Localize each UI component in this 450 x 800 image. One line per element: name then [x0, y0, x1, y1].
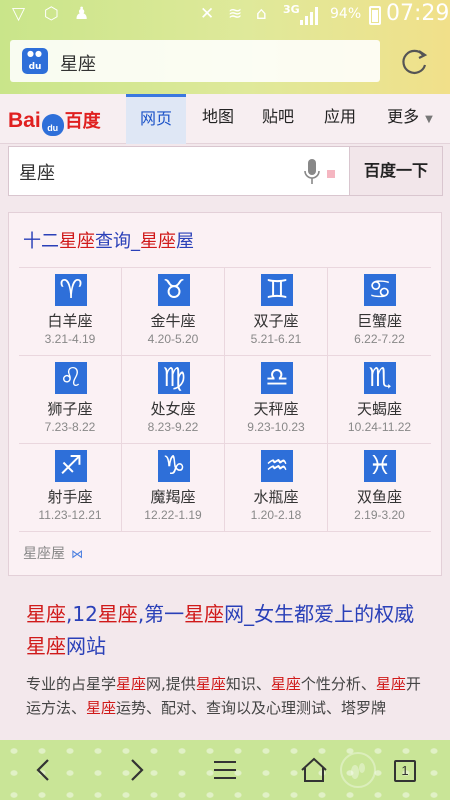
mute-icon: ✕	[200, 4, 215, 24]
battery-icon	[369, 6, 381, 25]
virgo-icon: ♍	[158, 362, 190, 394]
footprint-icon	[338, 750, 378, 790]
scorpio-icon: ♏	[364, 362, 396, 394]
tab-tieba[interactable]: 贴吧	[250, 94, 306, 144]
address-bar[interactable]: 星座	[10, 40, 380, 82]
address-query: 星座	[60, 54, 96, 75]
signal-icon	[300, 7, 320, 25]
zodiac-card-title[interactable]: 十二星座查询_星座屋	[23, 227, 194, 253]
status-bar: ▽ ⬡ ♟ ✕ ≋ ⌂ 3G 94% 07:29	[0, 0, 450, 32]
home-button[interactable]	[294, 750, 334, 790]
cancer-icon: ♋	[364, 274, 396, 306]
zodiac-scorpio[interactable]: ♏ 天蝎座 10.24-11.22	[328, 356, 431, 444]
aquarius-icon: ♒	[261, 450, 293, 482]
paw-icon: du	[41, 114, 64, 136]
zodiac-gemini[interactable]: ♊ 双子座 5.21-6.21	[225, 268, 328, 356]
tabs-button[interactable]: 1	[386, 750, 426, 790]
clock: 07:29	[386, 1, 450, 26]
home-icon	[301, 757, 327, 782]
zodiac-aries[interactable]: ♈ 白羊座 3.21-4.19	[19, 268, 122, 356]
tab-web[interactable]: 网页	[126, 94, 186, 144]
camera-dot-icon[interactable]	[327, 170, 335, 178]
search-input[interactable]: 星座	[19, 159, 55, 185]
zodiac-capricorn[interactable]: ♑ 魔羯座 12.22-1.19	[122, 444, 225, 532]
baidu-nav: Bai du 百度 网页 地图 贴吧 应用 更多 ▼	[0, 94, 450, 144]
search-button[interactable]: 百度一下	[349, 146, 443, 196]
zodiac-source[interactable]: 星座屋 ⋈	[23, 543, 83, 563]
wifi-icon: ≋	[228, 4, 243, 24]
zodiac-taurus[interactable]: ♉ 金牛座 4.20-5.20	[122, 268, 225, 356]
zodiac-leo[interactable]: ♌ 狮子座 7.23-8.22	[19, 356, 122, 444]
baidu-logo[interactable]: Bai du 百度	[8, 107, 101, 136]
sagittarius-icon: ♐	[55, 450, 87, 482]
pisces-icon: ♓	[364, 450, 396, 482]
menu-button[interactable]	[205, 750, 245, 790]
chevron-left-icon	[36, 759, 49, 781]
refresh-icon[interactable]	[397, 45, 431, 79]
forward-button[interactable]	[116, 750, 156, 790]
zodiac-sagittarius[interactable]: ♐ 射手座 11.23-12.21	[19, 444, 122, 532]
settings-icon: ⬡	[44, 4, 59, 24]
zodiac-cancer[interactable]: ♋ 巨蟹座 6.22-7.22	[328, 268, 431, 356]
bow-icon: ⋈	[71, 547, 83, 561]
result-description: 专业的占星学星座网,提供星座知识、星座个性分析、星座开运方法、星座运势、配对、查…	[26, 675, 421, 717]
tab-map[interactable]: 地图	[190, 94, 246, 144]
tab-more[interactable]: 更多 ▼	[378, 94, 442, 144]
tab-count: 1	[394, 760, 416, 782]
capricorn-icon: ♑	[158, 450, 190, 482]
search-box: 星座 百度一下	[8, 146, 443, 196]
microphone-icon[interactable]	[303, 158, 321, 186]
result-title-link[interactable]: 星座,12星座,第一星座网_女生都爱上的权威星座网站	[26, 598, 426, 662]
gemini-icon: ♊	[261, 274, 293, 306]
tab-apps[interactable]: 应用	[312, 94, 368, 144]
battery-percent: 94%	[330, 6, 362, 22]
zodiac-virgo[interactable]: ♍ 处女座 8.23-9.22	[122, 356, 225, 444]
browser-header: ▽ ⬡ ♟ ✕ ≋ ⌂ 3G 94% 07:29 星座	[0, 0, 450, 94]
zodiac-card: 十二星座查询_星座屋 ♈ 白羊座 3.21-4.19 ♉ 金牛座 4.20-5.20 ♊…	[8, 212, 442, 576]
browser-toolbar: 1	[0, 740, 450, 800]
zodiac-aquarius[interactable]: ♒ 水瓶座 1.20-2.18	[225, 444, 328, 532]
aries-icon: ♈	[55, 274, 87, 306]
zodiac-grid: ♈ 白羊座 3.21-4.19 ♉ 金牛座 4.20-5.20 ♊ 双子座 5.21-6.2…	[19, 267, 431, 533]
chevron-down-icon: ▼	[425, 114, 433, 125]
back-button[interactable]	[24, 750, 64, 790]
zodiac-pisces[interactable]: ♓ 双鱼座 2.19-3.20	[328, 444, 431, 532]
taurus-icon: ♉	[158, 274, 190, 306]
zodiac-libra[interactable]: ♎ 天秤座 9.23-10.23	[225, 356, 328, 444]
leo-icon: ♌	[55, 362, 87, 394]
chevron-right-icon	[131, 759, 144, 781]
network-type: 3G	[283, 3, 300, 16]
libra-icon: ♎	[261, 362, 293, 394]
home-notify-icon: ⌂	[256, 4, 267, 24]
baidu-paw-icon	[22, 48, 48, 74]
shield-icon: ▽	[12, 4, 26, 24]
menu-icon	[214, 761, 236, 779]
qq-icon: ♟	[74, 4, 90, 24]
